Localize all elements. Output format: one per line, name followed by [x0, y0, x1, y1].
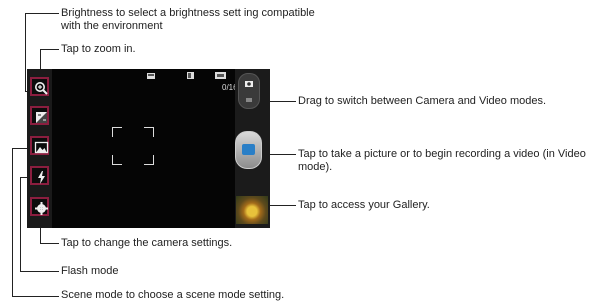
brightness-leader-h	[25, 13, 59, 14]
settings-leader-h	[40, 243, 59, 244]
brightness-icon	[36, 112, 47, 123]
gallery-thumbnail[interactable]	[236, 196, 268, 224]
zoom-leader-h	[40, 49, 59, 50]
brightness-leader	[25, 13, 26, 91]
scene-callout: Scene mode to choose a scene mode settin…	[61, 289, 285, 301]
camera-icon	[242, 144, 255, 155]
take-picture-callout: Tap to take a picture or to begin record…	[298, 148, 586, 173]
zoom-callout: Tap to zoom in.	[61, 43, 136, 55]
storage-icon	[147, 72, 155, 81]
left-toolbar	[27, 69, 52, 228]
zoom-button[interactable]	[30, 77, 49, 96]
zoom-icon	[35, 82, 48, 95]
camera-viewfinder: 0/1649	[27, 69, 270, 228]
camera-mode-icon	[245, 81, 253, 87]
video-mode-icon	[246, 98, 252, 102]
flash-button[interactable]	[30, 166, 49, 185]
settings-callout: Tap to change the camera settings.	[61, 237, 233, 249]
battery-icon	[187, 72, 195, 81]
scene-leader-bottom	[12, 296, 59, 297]
resolution-icon	[215, 72, 226, 81]
brightness-callout: Brightness to select a brightness sett i…	[61, 7, 315, 32]
scene-leader	[12, 148, 13, 296]
gallery-callout: Tap to access your Gallery.	[298, 199, 430, 211]
scene-mode-button[interactable]	[30, 136, 49, 155]
flash-callout: Flash mode	[61, 265, 119, 277]
gallery-leader	[268, 205, 296, 206]
brightness-button[interactable]	[30, 106, 49, 125]
gear-icon	[35, 202, 48, 215]
scene-leader-top	[12, 148, 28, 149]
flash-leader-bottom	[20, 271, 59, 272]
focus-frame	[112, 127, 154, 165]
flash-leader	[20, 177, 21, 272]
shutter-button[interactable]	[235, 131, 262, 169]
scene-mode-icon	[34, 141, 49, 154]
drag-mode-callout: Drag to switch between Camera and Video …	[298, 95, 547, 107]
settings-button[interactable]	[30, 197, 49, 216]
mode-switch[interactable]	[238, 73, 260, 109]
flash-icon	[38, 171, 45, 184]
